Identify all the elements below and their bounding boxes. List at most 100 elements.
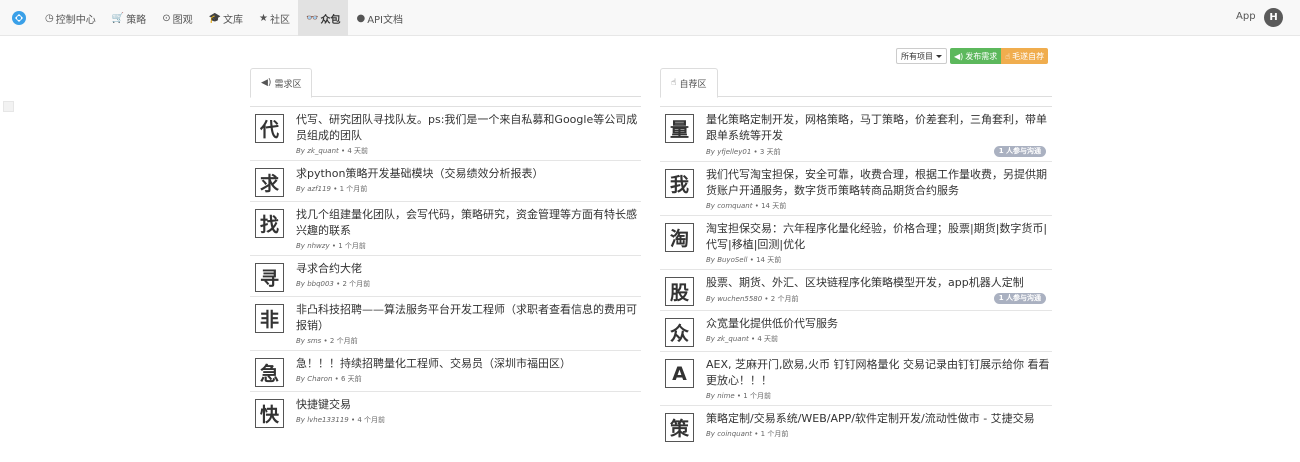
item-author[interactable]: nime (717, 392, 735, 400)
info-icon: ● (356, 12, 366, 24)
item-author[interactable]: wuchen5580 (717, 295, 762, 303)
item-time: 2 个月前 (770, 294, 799, 303)
list-item[interactable]: 寻寻求合约大佬 By bbq003 • 2 个月前 (250, 255, 641, 296)
item-title-link[interactable]: 寻求合约大佬 (296, 261, 641, 277)
item-byline: By sms • 2 个月前 (296, 337, 358, 345)
list-item[interactable]: 股股票、期货、外汇、区块链程序化策略模型开发，app机器人定制 By wuchen… (660, 269, 1052, 310)
item-title-link[interactable]: 快捷键交易 (296, 397, 641, 413)
nav-item-0[interactable]: ◷ 控制中心 (37, 0, 104, 36)
item-author[interactable]: zk_quant (717, 335, 749, 343)
list-item[interactable]: 代代写、研究团队寻找队友。ps:我们是一个来自私募和Google等公司成员组成的… (250, 106, 641, 160)
item-title-link[interactable]: 急！！！持续招聘量化工程师、交易员（深圳市福田区） (296, 356, 641, 372)
nav-item-6[interactable]: ● API文档 (348, 0, 411, 36)
item-meta: By yfjelley01 • 3 天前 1 人参与沟通 (706, 146, 1052, 157)
supply-column: ☝ 自荐区 量量化策略定制开发，网格策略，马丁策略，价差套利，三角套利，带单跟单… (660, 66, 1052, 446)
item-author[interactable]: coinquant (717, 430, 752, 438)
item-author[interactable]: nhwzy (307, 242, 329, 250)
list-item[interactable]: 求求python策略开发基础模块（交易绩效分析报表） By azf119 • 1 … (250, 160, 641, 201)
item-initial-badge: 快 (255, 399, 284, 428)
item-title-link[interactable]: 我们代写淘宝担保，安全可靠，收费合理，根据工作量收费，另提供期货账户开通服务，数… (706, 167, 1052, 199)
post-request-button[interactable]: ◀) 发布需求 (950, 48, 1002, 64)
item-time: 2 个月前 (342, 280, 371, 288)
list-item[interactable]: 非非凸科技招聘——算法服务平台开发工程师（求职者查看信息的费用可报销） By sm… (250, 296, 641, 350)
nav-item-label: 控制中心 (55, 14, 96, 26)
item-time: 3 天前 (759, 147, 781, 156)
participants-badge: 1 人参与沟通 (993, 146, 1046, 157)
tab-demand-label: 需求区 (274, 79, 302, 90)
list-item[interactable]: 淘淘宝担保交易：六年程序化量化经验，价格合理；股票|期货|数字货币|代写|移植|… (660, 215, 1052, 269)
all-projects-dropdown[interactable]: 所有项目 (896, 48, 947, 64)
tab-supply[interactable]: ☝ 自荐区 (660, 68, 718, 98)
item-time: 1 个月前 (743, 392, 771, 400)
self-recommend-button[interactable]: ☝ 毛遂自荐 (1001, 48, 1049, 64)
item-author[interactable]: comquant (717, 202, 752, 210)
item-title-link[interactable]: 股票、期货、外汇、区块链程序化策略模型开发，app机器人定制 (706, 275, 1052, 291)
item-byline: By zk_quant • 4 天前 (296, 147, 369, 155)
item-author[interactable]: zk_quant (307, 147, 339, 155)
by-prefix: By (296, 280, 305, 288)
nav-item-5[interactable]: 👓 众包 (298, 0, 349, 36)
item-title-link[interactable]: AEX, 芝麻开门,欧易,火币 钉钉网格量化 交易记录由钉钉展示给你 看看更放心… (706, 357, 1052, 389)
app-link[interactable]: App (1236, 11, 1256, 22)
item-body: 淘宝担保交易：六年程序化量化经验，价格合理；股票|期货|数字货币|代写|移植|回… (706, 221, 1052, 265)
item-title-link[interactable]: 淘宝担保交易：六年程序化量化经验，价格合理；股票|期货|数字货币|代写|移植|回… (706, 221, 1052, 253)
list-item[interactable]: 快快捷键交易 By lvhe133119 • 4 个月前 (250, 391, 641, 432)
by-prefix: By (706, 256, 715, 264)
item-byline: By nime • 1 个月前 (706, 392, 771, 400)
list-item[interactable]: 众众宽量化提供低价代写服务 By zk_quant • 4 天前 (660, 310, 1052, 351)
site-logo-icon[interactable] (11, 10, 27, 26)
item-author[interactable]: bbq003 (307, 280, 334, 288)
side-feedback-tab[interactable] (3, 101, 14, 112)
nav-item-3[interactable]: 🎓 文库 (201, 0, 251, 36)
item-title-link[interactable]: 非凸科技招聘——算法服务平台开发工程师（求职者查看信息的费用可报销） (296, 302, 641, 334)
item-body: 寻求合约大佬 By bbq003 • 2 个月前 (296, 261, 641, 292)
list-item[interactable]: 策策略定制/交易系统/WEB/APP/软件定制开发/流动性做市 - 艾捷交易 By… (660, 405, 1052, 446)
item-author[interactable]: lvhe133119 (307, 416, 349, 424)
demand-list: 代代写、研究团队寻找队友。ps:我们是一个来自私募和Google等公司成员组成的… (250, 106, 641, 432)
item-title-link[interactable]: 量化策略定制开发，网格策略，马丁策略，价差套利，三角套利，带单跟单系统等开发 (706, 112, 1052, 144)
item-byline: By coinquant • 1 个月前 (706, 430, 789, 438)
item-author[interactable]: azf119 (307, 185, 331, 193)
avatar[interactable]: H (1264, 8, 1283, 27)
item-time: 2 个月前 (329, 337, 358, 345)
item-initial-badge: 求 (255, 168, 284, 197)
nav-item-label: 社区 (270, 14, 290, 26)
nav-item-1[interactable]: 🛒 策略 (104, 0, 154, 36)
item-title-link[interactable]: 代写、研究团队寻找队友。ps:我们是一个来自私募和Google等公司成员组成的团… (296, 112, 641, 144)
item-byline: By lvhe133119 • 4 个月前 (296, 416, 386, 424)
supply-tabbar: ☝ 自荐区 (660, 66, 1052, 98)
item-byline: By Charon • 6 天前 (296, 375, 362, 383)
caret-down-icon (936, 54, 942, 58)
item-title-link[interactable]: 众宽量化提供低价代写服务 (706, 316, 1052, 332)
item-initial-badge: 策 (665, 413, 694, 442)
item-author[interactable]: BuyoSell (717, 256, 747, 264)
item-initial-badge: 淘 (665, 223, 694, 252)
list-item[interactable]: 我我们代写淘宝担保，安全可靠，收费合理，根据工作量收费，另提供期货账户开通服务，… (660, 161, 1052, 215)
item-title-link[interactable]: 求python策略开发基础模块（交易绩效分析报表） (296, 166, 641, 182)
list-item[interactable]: 量量化策略定制开发，网格策略，马丁策略，价差套利，三角套利，带单跟单系统等开发 B… (660, 106, 1052, 161)
item-title-link[interactable]: 找几个组建量化团队，会写代码，策略研究，资金管理等方面有特长感兴趣的联系 (296, 207, 641, 239)
tab-demand[interactable]: ◀) 需求区 (250, 68, 313, 98)
item-body: 急！！！持续招聘量化工程师、交易员（深圳市福田区） By Charon • 6 天… (296, 356, 641, 387)
item-time: 14 天前 (761, 202, 787, 210)
nav-item-label: 图观 (172, 14, 193, 26)
item-meta: By azf119 • 1 个月前 (296, 184, 641, 194)
item-initial-badge: 我 (665, 169, 694, 198)
list-item[interactable]: 找找几个组建量化团队，会写代码，策略研究，资金管理等方面有特长感兴趣的联系 By … (250, 201, 641, 255)
glasses-icon: 👓 (306, 12, 319, 24)
item-author[interactable]: yfjelley01 (717, 148, 751, 156)
item-author[interactable]: sms (307, 337, 321, 345)
list-item[interactable]: 急急！！！持续招聘量化工程师、交易员（深圳市福田区） By Charon • 6 … (250, 350, 641, 391)
item-time: 6 天前 (341, 375, 362, 383)
nav-item-label: API文档 (367, 14, 404, 26)
nav-item-2[interactable]: ⊙ 图观 (154, 0, 200, 36)
item-author[interactable]: Charon (307, 375, 332, 383)
thumbs-up-icon: ☝ (671, 78, 677, 88)
list-item[interactable]: A AEX, 芝麻开门,欧易,火币 钉钉网格量化 交易记录由钉钉展示给你 看看更放… (660, 351, 1052, 405)
nav-item-label: 文库 (223, 14, 244, 26)
nav-item-4[interactable]: ★ 社区 (251, 0, 298, 36)
by-prefix: By (706, 392, 715, 400)
item-meta: By wuchen5580 • 2 个月前 1 人参与沟通 (706, 293, 1052, 304)
item-title-link[interactable]: 策略定制/交易系统/WEB/APP/软件定制开发/流动性做市 - 艾捷交易 (706, 411, 1052, 427)
item-meta: By zk_quant • 4 天前 (706, 334, 1052, 344)
